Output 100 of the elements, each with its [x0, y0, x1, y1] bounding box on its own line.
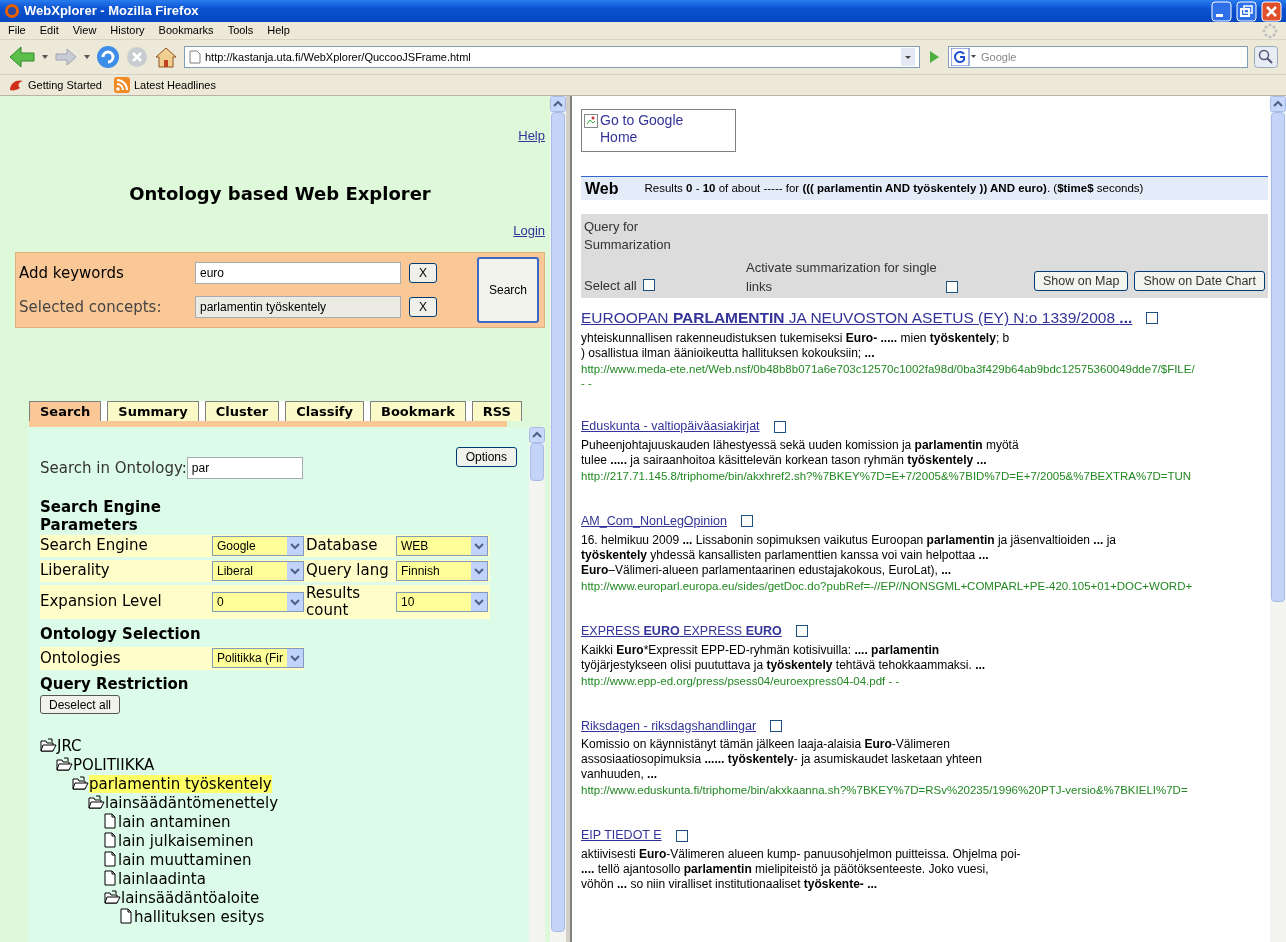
tree-item[interactable]: lainsäädäntöaloite	[121, 889, 260, 907]
dropdown[interactable]: Liberal	[212, 560, 304, 581]
options-button[interactable]: Options	[455, 447, 517, 467]
bookmark-link[interactable]: Latest Headlines	[134, 76, 216, 94]
bookmark-link[interactable]: Getting Started	[28, 76, 102, 94]
folder-icon	[88, 795, 105, 809]
throbber-icon	[1262, 22, 1278, 39]
menu-item[interactable]: Tools	[227, 22, 254, 39]
tree-item[interactable]: lain antaminen	[118, 813, 231, 831]
login-link[interactable]: Login	[513, 220, 545, 240]
concept-field[interactable]: parlamentin työskentely	[195, 296, 401, 319]
document-icon	[104, 832, 116, 848]
help-link[interactable]: Help	[518, 126, 545, 146]
dropdown[interactable]: 10	[396, 591, 488, 612]
tab[interactable]: Search	[29, 401, 102, 421]
snippet-text: yhteiskunnallisen rakenneudistuksen tukemiseksi Euro- ..... mien työskentely; b	[581, 331, 1011, 347]
result-url: http://www.eduskunta.fi/triphome/bin/akxkaanna.sh?%7BKEY%7D=RSv%20235/1996%20PTJ-versio&%7BKIELI%7D=	[581, 783, 1189, 799]
snippet-text: Komissio on käynnistänyt tämän jälkeen laaja-alaisia Euro-Välimeren	[581, 737, 951, 753]
home-icon[interactable]	[154, 46, 178, 68]
tree-item[interactable]: hallituksen esitys	[134, 908, 265, 926]
feed-icon	[114, 77, 130, 93]
result-link[interactable]: Riksdagen - riksdagshandlingar	[581, 716, 757, 736]
page-heading: Ontology based Web Explorer	[128, 181, 432, 206]
menu-item[interactable]: View	[72, 22, 97, 39]
caret-icon	[287, 561, 303, 580]
keyword-field[interactable]: euro	[195, 261, 401, 284]
reload-icon[interactable]	[96, 45, 120, 69]
snippet-text: ) osallistua ilman äänioikeutta hallituksen kokouksiin; ...	[581, 346, 876, 362]
clear-button[interactable]: X	[409, 262, 437, 283]
dropdown[interactable]: Google	[212, 535, 304, 556]
dropdown[interactable]: Finnish	[396, 560, 488, 581]
scrollbar[interactable]	[1270, 96, 1286, 942]
page-icon	[189, 50, 201, 64]
dropdown[interactable]: 0	[212, 591, 304, 612]
result-checkbox[interactable]	[675, 829, 688, 842]
snippet-text: aktiivisesti Euro-Välimeren alueen kump- panuusohjelmon puitteissa. Ohjelma poi-	[581, 847, 1022, 862]
caret-icon	[471, 561, 487, 580]
result-link[interactable]: Eduskunta - valtiopäiväasiakirjat	[581, 417, 760, 436]
panel-title: Query for Summarization	[584, 218, 672, 254]
result-checkbox[interactable]	[795, 625, 808, 638]
field-label: Ontologies	[40, 649, 121, 667]
result-checkbox[interactable]	[740, 515, 753, 528]
map-date-button[interactable]: Show on Date Chart	[1134, 271, 1265, 291]
result-link[interactable]: EUROOPAN PARLAMENTIN JA NEUVOSTON ASETUS (EY) N:o 1339/2008 ...	[581, 306, 1133, 330]
field-label: Search in Ontology:	[40, 458, 187, 479]
search-icon[interactable]	[1254, 46, 1278, 68]
folder-icon	[40, 738, 57, 752]
field-label: Search Engine	[40, 537, 148, 554]
tab[interactable]: Cluster	[204, 401, 280, 421]
back-arrow-icon[interactable]	[8, 45, 36, 69]
tab[interactable]: Summary	[107, 401, 199, 421]
tree-item[interactable]: lain julkaiseminen	[118, 832, 254, 850]
result-checkbox[interactable]	[1146, 311, 1159, 324]
scrollbar[interactable]	[529, 427, 545, 942]
result-url: http://www.epp-ed.org/press/psess04/euroexpress04-04.pdf - -	[581, 673, 901, 689]
address-field[interactable]: http://kastanja.uta.fi/WebXplorer/QuccooJSFrame.html	[184, 46, 920, 68]
tree-item[interactable]: lain muuttaminen	[118, 851, 252, 869]
result-checkbox[interactable]	[770, 719, 783, 732]
checkbox[interactable]	[642, 279, 655, 292]
search-engine-icon[interactable]	[951, 48, 977, 66]
dropdown[interactable]: WEB	[396, 535, 488, 556]
menu-item[interactable]: File	[8, 22, 26, 39]
result-link[interactable]: EIP TIEDOT E	[581, 826, 662, 845]
minimize-icon[interactable]	[1211, 0, 1232, 22]
caret-icon	[287, 649, 303, 668]
result-link[interactable]: EXPRESS EURO EXPRESS EURO	[581, 621, 782, 641]
map-date-button[interactable]: Show on Map	[1034, 271, 1129, 291]
tab[interactable]: Bookmark	[370, 401, 466, 421]
tree-item[interactable]: POLITIIKKA	[73, 756, 155, 774]
tab[interactable]: Classify	[285, 401, 364, 421]
caret-icon	[471, 592, 487, 611]
clear-button[interactable]: X	[409, 297, 437, 318]
search-input[interactable]: Google	[981, 48, 1245, 66]
search-button[interactable]: Search	[477, 257, 539, 323]
tree-item[interactable]: lainsäädäntömenettely	[105, 794, 279, 812]
scrollbar-thumb[interactable]	[1271, 112, 1285, 602]
deselect-all-button[interactable]: Deselect all	[40, 695, 121, 714]
checkbox[interactable]	[946, 281, 958, 293]
result-link[interactable]: AM_Com_NonLegOpinion	[581, 512, 727, 531]
search-field[interactable]: Google	[948, 46, 1248, 68]
tree-item[interactable]: JRC	[57, 737, 82, 755]
tab[interactable]: RSS	[471, 401, 522, 421]
caret-icon	[42, 55, 48, 59]
tree-item[interactable]: lainlaadinta	[118, 870, 206, 888]
result-checkbox[interactable]	[773, 420, 786, 433]
folder-icon	[56, 757, 73, 771]
scrollbar-thumb[interactable]	[551, 112, 565, 932]
snippet-text: Kaikki Euro*Expressit EPP-ED-ryhmän kotisivuilla: .... parlamentin	[581, 642, 941, 658]
menu-item[interactable]: History	[110, 22, 145, 39]
ontology-search-field[interactable]: par	[186, 457, 303, 480]
scrollbar-thumb[interactable]	[530, 443, 544, 481]
menu-item[interactable]: Bookmarks	[158, 22, 214, 39]
dropdown[interactable]: Politikka (Fir	[212, 648, 304, 669]
close-icon[interactable]	[1261, 0, 1282, 22]
maximize-icon[interactable]	[1236, 0, 1257, 22]
tree-item[interactable]: parlamentin työskentely	[89, 775, 272, 793]
snippet-text: työjärjestykseen olisi puututtava ja työskentely tehtävä tehokkaammaksi. ...	[581, 657, 987, 673]
menu-item[interactable]: Edit	[39, 22, 59, 39]
scrollbar[interactable]	[550, 96, 566, 942]
menu-item[interactable]: Help	[267, 22, 290, 39]
